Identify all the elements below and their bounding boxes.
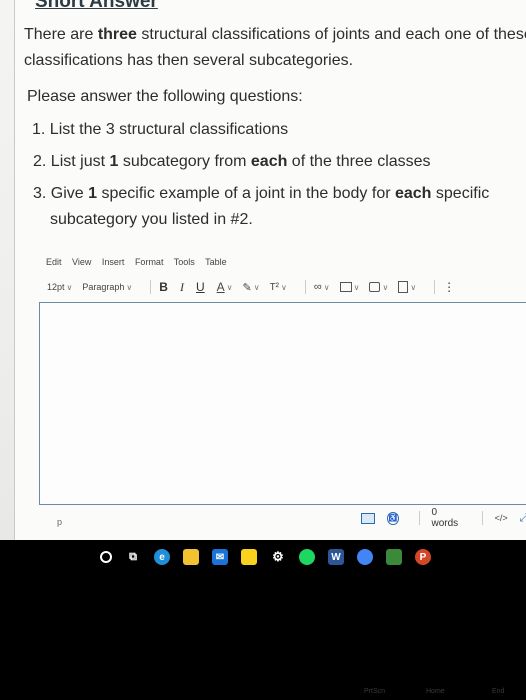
chevron-down-icon: ∨: [253, 282, 260, 292]
element-path[interactable]: p: [57, 517, 62, 527]
status-divider: [481, 511, 483, 525]
chevron-down-icon: ∨: [353, 282, 360, 292]
image-button[interactable]: ∨: [339, 282, 360, 292]
chevron-down-icon: ∨: [382, 282, 389, 292]
word-count: 0 words: [431, 507, 459, 529]
image-icon: [339, 282, 352, 292]
settings-icon[interactable]: ⚙: [270, 549, 286, 565]
chevron-down-icon: ∨: [66, 282, 73, 292]
question-please: Please answer the following questions:: [27, 88, 303, 105]
chrome-icon[interactable]: [357, 549, 373, 565]
italic-button[interactable]: I: [180, 280, 184, 295]
status-divider: [418, 511, 420, 525]
editor-toolbar: 12pt ∨ Paragraph ∨ B I U A ∨ ✎ ∨ T² ∨ ∞ ∨ ∨ ∨ …: [47, 278, 467, 296]
question-item-1: 1. List the 3 structural classifications: [32, 121, 289, 138]
font-size-select[interactable]: 12pt ∨: [47, 282, 72, 292]
sticky-notes-icon[interactable]: [241, 549, 257, 565]
highlight-color-button[interactable]: ✎ ∨: [243, 281, 260, 294]
link-icon: ∞: [313, 281, 322, 293]
menu-insert[interactable]: Insert: [102, 257, 125, 267]
key-home: Home: [426, 688, 445, 695]
powerpoint-icon[interactable]: P: [415, 549, 431, 565]
section-title: Short Answer: [35, 0, 158, 12]
file-explorer-icon[interactable]: [183, 549, 199, 565]
question-intro-line1: There are three structural classificatio…: [24, 26, 526, 43]
superscript-button[interactable]: T² ∨: [270, 282, 287, 293]
document-icon: [398, 281, 409, 293]
task-view-icon[interactable]: ⧉: [125, 549, 141, 565]
accessibility-icon[interactable]: ♿: [387, 511, 399, 525]
status-actions: ♿ 0 words </> ⤢ ⋮⋮: [361, 507, 526, 529]
editor-status-bar: p ♿ 0 words </> ⤢ ⋮⋮: [39, 503, 526, 529]
menu-view[interactable]: View: [72, 257, 91, 267]
document-button[interactable]: ∨: [398, 281, 416, 293]
text-color-button[interactable]: A ∨: [217, 280, 233, 294]
html-editor-toggle[interactable]: </>: [495, 513, 508, 523]
chevron-down-icon: ∨: [323, 282, 330, 292]
chevron-down-icon: ∨: [126, 282, 133, 292]
menu-format[interactable]: Format: [135, 257, 164, 267]
screen: Short Answer There are three structural …: [0, 0, 526, 540]
toolbar-divider: [150, 280, 152, 294]
spotify-icon[interactable]: [299, 549, 315, 565]
keyboard-icon[interactable]: [361, 512, 376, 524]
pen-icon: ✎: [242, 281, 252, 294]
fullscreen-icon[interactable]: ⤢: [520, 512, 526, 525]
chevron-down-icon: ∨: [226, 282, 233, 292]
bold-button[interactable]: B: [159, 280, 168, 294]
link-button[interactable]: ∞ ∨: [314, 281, 330, 293]
key-end: End: [492, 688, 505, 695]
question-item-3-cont: subcategory you listed in #2.: [50, 211, 253, 228]
toolbar-divider: [434, 280, 436, 294]
mail-icon[interactable]: ✉: [212, 549, 228, 565]
calculator-icon[interactable]: [386, 549, 402, 565]
chevron-down-icon: ∨: [281, 282, 287, 292]
question-item-3: 3. Give 1 specific example of a joint in…: [33, 185, 490, 202]
question-item-2: 2. List just 1 subcategory from each of …: [33, 153, 431, 170]
rich-text-editor[interactable]: [39, 302, 526, 505]
underline-button[interactable]: U: [196, 280, 205, 294]
more-options-button[interactable]: ⋮: [443, 280, 455, 294]
menu-edit[interactable]: Edit: [46, 257, 62, 267]
menu-table[interactable]: Table: [205, 257, 227, 267]
block-format-select[interactable]: Paragraph ∨: [82, 282, 132, 292]
editor-menubar: Edit View Insert Format Tools Table: [46, 257, 235, 267]
question-intro-line2: classifications has then several subcate…: [24, 52, 354, 69]
edge-icon[interactable]: e: [154, 549, 170, 565]
toolbar-divider: [304, 280, 306, 294]
word-icon[interactable]: W: [328, 549, 344, 565]
windows-taskbar: ⧉ e ✉ ⚙ W P: [80, 540, 526, 574]
key-prtscn: PrtScn: [364, 688, 386, 695]
start-icon[interactable]: [100, 551, 112, 563]
chevron-down-icon: ∨: [410, 282, 417, 292]
media-icon: [369, 282, 381, 292]
media-button[interactable]: ∨: [369, 282, 388, 292]
menu-tools[interactable]: Tools: [174, 257, 195, 267]
